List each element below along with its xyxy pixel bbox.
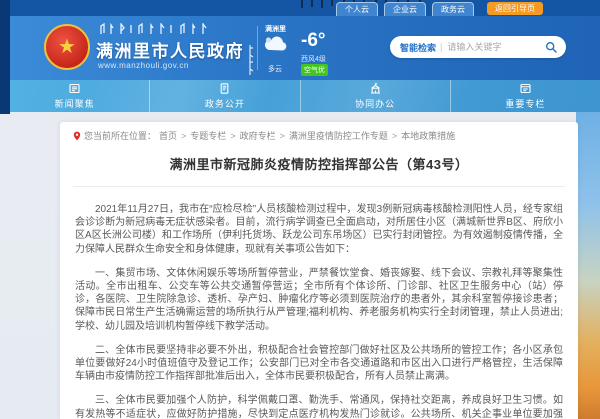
background-cityscape <box>576 112 600 419</box>
weather-temperature: -6° <box>301 30 326 52</box>
building-icon <box>369 82 382 95</box>
browser-icon <box>519 82 532 95</box>
location-pin-icon <box>73 131 81 141</box>
article-title: 满洲里市新冠肺炎疫情防控指挥部公告（第43号） <box>60 154 578 173</box>
document-icon <box>218 82 231 95</box>
content-container: 您当前所在位置： 首页 > 专题专栏 > 政府专栏 > 满洲里疫情防控工作专题 … <box>60 122 578 419</box>
nav-item-label: 协同办公 <box>355 97 395 110</box>
weather-city: 满洲里 <box>265 24 286 34</box>
nav-item-label: 新闻聚焦 <box>55 97 95 110</box>
breadcrumb-item-home[interactable]: 首页 <box>159 129 177 142</box>
search-icon[interactable] <box>545 41 558 54</box>
breadcrumb: 您当前所在位置： 首页 > 专题专栏 > 政府专栏 > 满洲里疫情防控工作专题 … <box>60 122 578 142</box>
top-bar: 个人云 企业云 政务云 返回引导页 <box>0 0 600 16</box>
site-url: www.manzhouli.gov.cn <box>98 61 189 70</box>
national-emblem-logo[interactable]: ★ <box>44 24 90 70</box>
nav-item-collaboration[interactable]: 协同办公 <box>300 80 450 112</box>
search-label: 智能检索 <box>400 41 436 54</box>
site-title[interactable]: 满洲里市人民政府 <box>96 37 244 62</box>
breadcrumb-item-gov-column[interactable]: 政府专栏 <box>240 129 276 142</box>
article-paragraph-1: 一、集贸市场、文体休闲娱乐等场所暂停营业，严禁餐饮堂食、婚丧嫁娶、线下会议、宗教… <box>75 267 563 333</box>
breadcrumb-item-epidemic-topic[interactable]: 满洲里疫情防控工作专题 <box>289 129 388 142</box>
breadcrumb-item-topics[interactable]: 专题专栏 <box>190 129 226 142</box>
cloud-icon <box>263 34 289 52</box>
article-paragraph-2: 二、全体市民要坚持非必要不外出，积极配合社会管控部门做好社区及公共场所的管控工作… <box>75 344 563 384</box>
tab-enterprise-cloud[interactable]: 企业云 <box>384 2 426 16</box>
nav-item-gov-affairs[interactable]: 政务公开 <box>149 80 299 112</box>
header-divider <box>257 26 258 70</box>
weather-condition: 多云 <box>268 64 282 74</box>
article-paragraph-intro: 2021年11月27日，我市在“应检尽检”人员核酸检测过程中，发现3例新冠病毒核… <box>75 203 563 256</box>
breadcrumb-separator: > <box>230 131 235 141</box>
tab-government-cloud[interactable]: 政务云 <box>432 2 474 16</box>
air-quality-badge: 空气优 <box>301 64 328 76</box>
tab-personal-cloud[interactable]: 个人云 <box>336 2 378 16</box>
article-body: 2021年11月27日，我市在“应检尽检”人员核酸检测过程中，发现3例新冠病毒核… <box>60 187 578 419</box>
mongolian-script-decoration <box>97 23 215 35</box>
article-paragraph-3: 三、全体市民要加强个人防护，科学佩戴口罩、勤洗手、常通风，保持社交距离，养成良好… <box>75 394 563 419</box>
weather-wind: 西风4级 <box>301 54 326 64</box>
main-navigation: 新闻聚焦 政务公开 协同办公 重要专栏 <box>0 80 600 112</box>
nav-item-label: 重要专栏 <box>505 97 545 110</box>
mongolian-script-vertical-decoration <box>246 44 254 76</box>
breadcrumb-separator: > <box>392 131 397 141</box>
breadcrumb-separator: > <box>181 131 186 141</box>
emblem-star-icon: ★ <box>58 37 76 57</box>
breadcrumb-separator: > <box>280 131 285 141</box>
search-box: 智能检索 | <box>390 36 566 58</box>
search-input[interactable] <box>447 42 545 52</box>
nav-item-label: 政务公开 <box>205 97 245 110</box>
newspaper-icon <box>68 82 81 95</box>
cloud-tabs: 个人云 企业云 政务云 <box>336 2 474 16</box>
back-to-guide-button[interactable]: 返回引导页 <box>487 2 543 15</box>
nav-item-columns[interactable]: 重要专栏 <box>450 80 600 112</box>
search-label-divider: | <box>440 42 442 52</box>
weather-widget: 满洲里 多云 -6° 西风4级 空气优 <box>263 22 373 76</box>
breadcrumb-prefix: 您当前所在位置： <box>84 129 156 142</box>
nav-item-news[interactable]: 新闻聚焦 <box>0 80 149 112</box>
left-edge-strip <box>0 0 10 114</box>
breadcrumb-item-local-policies[interactable]: 本地政策措施 <box>401 129 455 142</box>
site-header: ★ 满洲里市人民政府 www.manzhouli.gov.cn 满洲里 多云 -… <box>0 16 600 80</box>
